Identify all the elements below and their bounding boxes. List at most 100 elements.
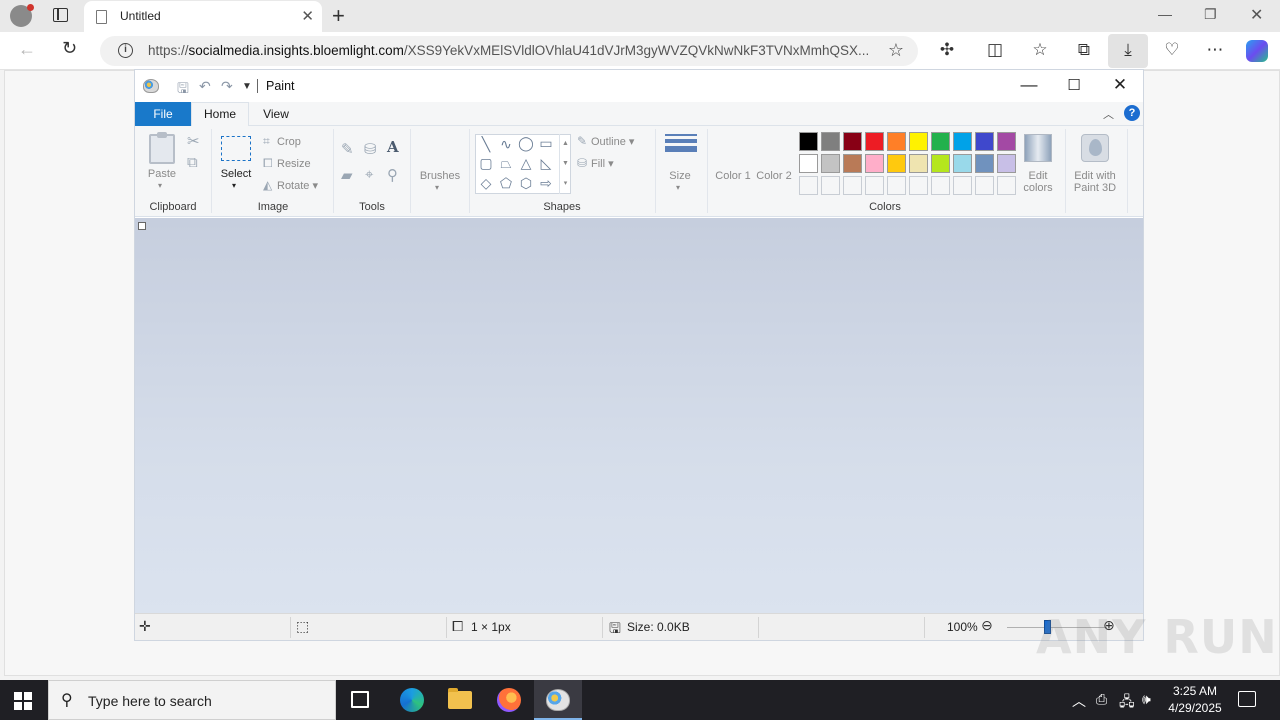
- color-swatch[interactable]: [931, 154, 950, 173]
- select-dropdown-icon[interactable]: ▾: [232, 180, 236, 192]
- firefox-icon[interactable]: [497, 688, 521, 712]
- paint-minimize-icon[interactable]: —: [1014, 75, 1044, 95]
- color-swatch[interactable]: [997, 154, 1016, 173]
- rectangle-shape-icon[interactable]: ▭: [536, 135, 556, 152]
- fill-button[interactable]: ⛁ Fill ▾: [577, 156, 614, 170]
- show-hidden-icons-icon[interactable]: ︿: [1072, 691, 1086, 711]
- tab-actions-icon[interactable]: [53, 8, 68, 22]
- paint-maximize-icon[interactable]: ☐: [1059, 76, 1089, 94]
- network-icon[interactable]: 🖧: [1119, 691, 1135, 715]
- close-tab-icon[interactable]: ✕: [301, 7, 314, 25]
- resize-button[interactable]: ⧠ Resize: [263, 156, 311, 171]
- color2-button[interactable]: Color 2: [755, 170, 793, 182]
- size-label[interactable]: Size: [661, 170, 699, 182]
- color-swatch[interactable]: [975, 154, 994, 173]
- custom-color-swatch[interactable]: [865, 176, 884, 195]
- color-swatch[interactable]: [865, 132, 884, 151]
- curve-shape-icon[interactable]: ∿: [496, 136, 516, 153]
- arrow-shape-icon[interactable]: ⇨: [536, 175, 556, 192]
- edit-colors-label[interactable]: Edit colors: [1015, 170, 1061, 194]
- minimize-icon[interactable]: —: [1158, 6, 1172, 22]
- rounded-rectangle-shape-icon[interactable]: ▢: [476, 155, 496, 172]
- paint-taskbar-button[interactable]: [534, 680, 582, 720]
- shapes-gallery[interactable]: ╲ ∿ ◯ ▭ ▢ ⏢ △ ◺ ◇ ⬠ ⬡ ⇨: [475, 134, 571, 194]
- paint-app-icon[interactable]: [143, 79, 159, 93]
- fill-bucket-icon[interactable]: ⛁: [364, 140, 377, 158]
- custom-color-swatch[interactable]: [799, 176, 818, 195]
- copilot-icon[interactable]: [1246, 40, 1268, 62]
- color-swatch[interactable]: [799, 154, 818, 173]
- extensions-icon[interactable]: ✣: [936, 40, 958, 60]
- rotate-button[interactable]: ◭ Rotate ▾: [263, 178, 318, 192]
- diamond-shape-icon[interactable]: ◇: [476, 175, 496, 192]
- help-icon[interactable]: ?: [1124, 105, 1140, 121]
- task-view-icon[interactable]: [351, 691, 369, 708]
- paste-dropdown-icon[interactable]: ▾: [158, 180, 162, 192]
- custom-color-swatch[interactable]: [887, 176, 906, 195]
- brushes-dropdown-icon[interactable]: ▾: [435, 182, 439, 194]
- collections-icon[interactable]: ⧉: [1073, 40, 1095, 60]
- color-swatch[interactable]: [843, 154, 862, 173]
- more-menu-icon[interactable]: ⋯: [1204, 40, 1226, 60]
- oval-shape-icon[interactable]: ◯: [516, 135, 536, 152]
- color-swatch[interactable]: [821, 154, 840, 173]
- color-swatch[interactable]: [887, 132, 906, 151]
- color-swatch[interactable]: [953, 132, 972, 151]
- size-icon[interactable]: [665, 134, 697, 155]
- eraser-icon[interactable]: ▰: [341, 166, 353, 184]
- color-swatch[interactable]: [887, 154, 906, 173]
- pencil-icon[interactable]: ✎: [341, 140, 354, 158]
- zoom-out-icon[interactable]: ⊖: [981, 617, 993, 634]
- custom-color-swatch[interactable]: [909, 176, 928, 195]
- new-tab-icon[interactable]: +: [332, 3, 345, 29]
- close-window-icon[interactable]: ✕: [1250, 5, 1263, 25]
- custom-color-swatch[interactable]: [821, 176, 840, 195]
- reload-icon[interactable]: ↻: [62, 38, 77, 59]
- tab-home[interactable]: Home: [191, 102, 249, 127]
- collapse-ribbon-icon[interactable]: ︿: [1103, 106, 1114, 122]
- save-icon[interactable]: 🖫: [177, 78, 189, 102]
- hexagon-shape-icon[interactable]: ⬡: [516, 175, 536, 192]
- canvas-resize-handle[interactable]: [138, 222, 146, 230]
- cut-icon[interactable]: ✂: [187, 132, 200, 150]
- paste-label[interactable]: Paste: [145, 168, 179, 180]
- restore-icon[interactable]: ❐: [1204, 6, 1217, 23]
- url-text[interactable]: https://socialmedia.insights.bloemlight.…: [148, 43, 878, 58]
- polygon-shape-icon[interactable]: ⏢: [496, 155, 516, 172]
- select-label[interactable]: Select: [219, 168, 253, 180]
- taskbar-search[interactable]: ⚲ Type here to search: [48, 680, 336, 720]
- custom-color-swatch[interactable]: [975, 176, 994, 195]
- color1-button[interactable]: Color 1: [715, 170, 751, 182]
- file-explorer-icon[interactable]: [448, 688, 472, 709]
- back-icon[interactable]: ←: [18, 39, 36, 60]
- paint3d-icon[interactable]: [1081, 134, 1109, 162]
- custom-color-swatch[interactable]: [997, 176, 1016, 195]
- color-swatch[interactable]: [953, 154, 972, 173]
- shapes-scroll[interactable]: ▲ ▼ ▾: [559, 134, 571, 194]
- custom-color-swatch[interactable]: [843, 176, 862, 195]
- taskbar-clock[interactable]: 3:25 AM 4/29/2025: [1160, 683, 1230, 717]
- color-swatch[interactable]: [865, 154, 884, 173]
- address-bar[interactable]: i https://socialmedia.insights.bloemligh…: [100, 36, 918, 66]
- color-swatch[interactable]: [997, 132, 1016, 151]
- copy-icon[interactable]: ⧉: [187, 154, 198, 171]
- text-tool-icon[interactable]: A: [387, 138, 399, 156]
- size-dropdown-icon[interactable]: ▾: [676, 182, 680, 194]
- favorite-star-icon[interactable]: ☆: [888, 40, 904, 61]
- magnifier-icon[interactable]: ⚲: [387, 166, 398, 184]
- tab-view[interactable]: View: [255, 102, 297, 126]
- edge-icon[interactable]: [400, 688, 424, 712]
- canvas-area[interactable]: [135, 218, 1143, 613]
- paste-icon[interactable]: [149, 132, 175, 164]
- color-swatch[interactable]: [975, 132, 994, 151]
- browser-essentials-icon[interactable]: ♡: [1161, 40, 1183, 60]
- color-swatch[interactable]: [909, 132, 928, 151]
- line-shape-icon[interactable]: ╲: [476, 136, 496, 153]
- windows-start-icon[interactable]: [14, 692, 32, 710]
- undo-icon[interactable]: ↶: [199, 78, 211, 95]
- outline-button[interactable]: ✎ Outline ▾: [577, 134, 634, 148]
- downloads-button[interactable]: ⤓: [1108, 34, 1148, 68]
- select-icon[interactable]: [221, 136, 251, 161]
- tab-file[interactable]: File: [135, 102, 191, 126]
- pentagon-shape-icon[interactable]: ⬠: [496, 175, 516, 192]
